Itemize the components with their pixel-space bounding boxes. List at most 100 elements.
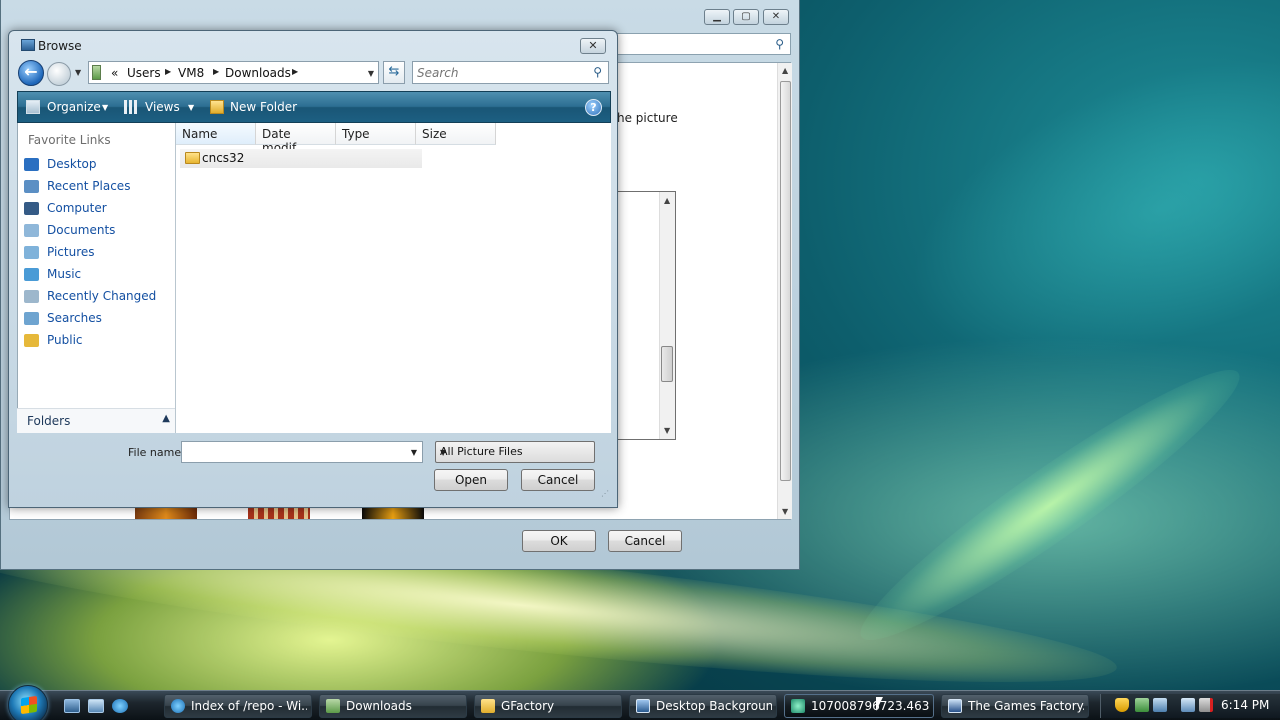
scroll-up-arrow-icon[interactable]: ▲ bbox=[782, 66, 788, 75]
chevron-down-icon: ▼ bbox=[440, 448, 447, 457]
taskbar-button[interactable]: 107008796723.46319... bbox=[784, 694, 934, 718]
favorite-link-label: Computer bbox=[47, 201, 107, 215]
column-header-label: Type bbox=[342, 127, 370, 141]
close-button[interactable]: ✕ bbox=[763, 9, 789, 25]
refresh-button[interactable]: ⇆ bbox=[383, 61, 405, 84]
taskbar-button[interactable]: Desktop Background bbox=[629, 694, 777, 718]
breadcrumb-chevron-icon[interactable]: ▶ bbox=[213, 67, 219, 76]
minimize-button[interactable]: ▁ bbox=[704, 9, 730, 25]
file-list-item[interactable]: cncs32 bbox=[180, 149, 422, 168]
breadcrumb-item[interactable]: VM8 bbox=[178, 66, 204, 80]
ok-button[interactable]: OK bbox=[522, 530, 596, 552]
column-header-label: Name bbox=[182, 127, 218, 141]
pictures-icon bbox=[24, 246, 39, 259]
refresh-icon: ⇆ bbox=[388, 64, 400, 79]
browse-dialog: Browse ✕ ← ▼ « Users ▶ VM8 ▶ Downloads ▶… bbox=[8, 30, 618, 508]
scroll-thumb[interactable] bbox=[780, 81, 791, 481]
taskbar-button[interactable]: The Games Factory... bbox=[941, 694, 1089, 718]
internet-explorer-icon bbox=[171, 699, 185, 713]
column-header-date-modified[interactable]: Date modif... bbox=[256, 123, 336, 155]
scroll-down-arrow-icon[interactable]: ▼ bbox=[782, 507, 788, 516]
file-type-select[interactable]: All Picture Files ▼ bbox=[435, 441, 595, 463]
picture-thumbnail[interactable] bbox=[248, 508, 310, 519]
file-name-label: cncs32 bbox=[202, 151, 245, 165]
file-name-combobox[interactable]: ▼ bbox=[181, 441, 423, 463]
column-header-name[interactable]: Name bbox=[176, 123, 256, 145]
favorite-link-searches[interactable]: Searches bbox=[22, 309, 172, 329]
close-button[interactable]: ✕ bbox=[580, 38, 606, 54]
favorite-link-desktop[interactable]: Desktop bbox=[22, 155, 172, 175]
notification-area: 6:14 PM bbox=[1100, 694, 1280, 718]
address-dropdown-icon[interactable]: ▼ bbox=[368, 69, 374, 78]
network-icon[interactable] bbox=[1181, 698, 1195, 712]
search-icon[interactable]: ⚲ bbox=[593, 65, 602, 79]
search-icon: ⚲ bbox=[775, 37, 784, 51]
organize-dropdown-icon[interactable]: ▼ bbox=[102, 103, 108, 112]
favorite-link-music[interactable]: Music bbox=[22, 265, 172, 285]
breadcrumb-overflow[interactable]: « bbox=[111, 66, 118, 80]
column-header-size[interactable]: Size bbox=[416, 123, 496, 145]
picture-list-scrollbar[interactable]: ▲ ▼ bbox=[659, 192, 675, 439]
recently-changed-icon bbox=[24, 290, 39, 303]
tray-window-icon[interactable] bbox=[1153, 698, 1167, 712]
scroll-up-arrow-icon[interactable]: ▲ bbox=[664, 196, 670, 205]
picture-list-box[interactable]: ▲ ▼ bbox=[617, 191, 676, 440]
new-folder-button[interactable]: New Folder bbox=[230, 100, 297, 114]
favorite-link-public[interactable]: Public bbox=[22, 331, 172, 351]
scroll-down-arrow-icon[interactable]: ▼ bbox=[664, 426, 670, 435]
start-button[interactable] bbox=[8, 685, 48, 720]
chevron-down-icon[interactable]: ▼ bbox=[411, 448, 417, 457]
views-menu[interactable]: Views bbox=[145, 100, 180, 114]
file-name-input[interactable] bbox=[185, 444, 395, 460]
scroll-thumb[interactable] bbox=[661, 346, 673, 382]
views-dropdown-icon[interactable]: ▼ bbox=[188, 103, 194, 112]
forward-button[interactable] bbox=[47, 62, 71, 86]
help-icon[interactable]: ? bbox=[585, 99, 602, 116]
clock[interactable]: 6:14 PM bbox=[1221, 698, 1269, 712]
taskbar-button[interactable]: Index of /repo - Wi... bbox=[164, 694, 312, 718]
open-button[interactable]: Open bbox=[434, 469, 508, 491]
favorite-link-computer[interactable]: Computer bbox=[22, 199, 172, 219]
favorite-link-label: Pictures bbox=[47, 245, 95, 259]
security-shield-icon[interactable] bbox=[1115, 698, 1129, 712]
address-bar[interactable]: « Users ▶ VM8 ▶ Downloads ▶ ▼ bbox=[88, 61, 379, 84]
parent-search-input[interactable]: ⚲ bbox=[613, 33, 791, 55]
folders-toggle[interactable]: Folders ▲ bbox=[17, 408, 175, 433]
chevron-up-icon: ▲ bbox=[162, 413, 170, 424]
picture-thumbnail[interactable] bbox=[135, 508, 197, 519]
breadcrumb-chevron-icon[interactable]: ▶ bbox=[292, 67, 298, 76]
favorite-link-label: Public bbox=[47, 333, 83, 347]
tray-app-icon[interactable] bbox=[1135, 698, 1149, 712]
favorite-link-recently-changed[interactable]: Recently Changed bbox=[22, 287, 172, 307]
favorite-link-documents[interactable]: Documents bbox=[22, 221, 172, 241]
taskbar-button[interactable]: GFactory bbox=[474, 694, 622, 718]
search-box[interactable]: ⚲ bbox=[412, 61, 609, 84]
internet-explorer-icon[interactable] bbox=[112, 699, 128, 713]
taskbar-button-label: 107008796723.46319... bbox=[811, 699, 929, 713]
show-desktop-icon[interactable] bbox=[64, 699, 80, 713]
switch-windows-icon[interactable] bbox=[88, 699, 104, 713]
breadcrumb-item[interactable]: Users bbox=[127, 66, 161, 80]
taskbar-button[interactable]: Downloads bbox=[319, 694, 467, 718]
volume-muted-icon[interactable] bbox=[1199, 698, 1213, 712]
breadcrumb-chevron-icon[interactable]: ▶ bbox=[165, 67, 171, 76]
favorite-link-recent-places[interactable]: Recent Places bbox=[22, 177, 172, 197]
resize-grip[interactable]: ⋰ bbox=[601, 489, 609, 498]
favorite-link-pictures[interactable]: Pictures bbox=[22, 243, 172, 263]
parent-scrollbar[interactable]: ▲ ▼ bbox=[777, 63, 792, 519]
breadcrumb-item[interactable]: Downloads bbox=[225, 66, 291, 80]
cancel-button[interactable]: Cancel bbox=[521, 469, 595, 491]
close-icon: ✕ bbox=[588, 39, 598, 52]
organize-menu[interactable]: Organize bbox=[47, 100, 101, 114]
back-button[interactable]: ← bbox=[18, 60, 44, 86]
cancel-button[interactable]: Cancel bbox=[608, 530, 682, 552]
display-icon bbox=[636, 699, 650, 713]
recent-pages-dropdown-icon[interactable]: ▼ bbox=[75, 68, 81, 77]
maximize-button[interactable]: ▢ bbox=[733, 9, 759, 25]
search-input[interactable] bbox=[417, 64, 587, 81]
documents-icon bbox=[24, 224, 39, 237]
taskbar-button-label: GFactory bbox=[501, 699, 555, 713]
picture-thumbnail[interactable] bbox=[362, 508, 424, 519]
computer-icon bbox=[24, 202, 39, 215]
column-header-type[interactable]: Type bbox=[336, 123, 416, 145]
